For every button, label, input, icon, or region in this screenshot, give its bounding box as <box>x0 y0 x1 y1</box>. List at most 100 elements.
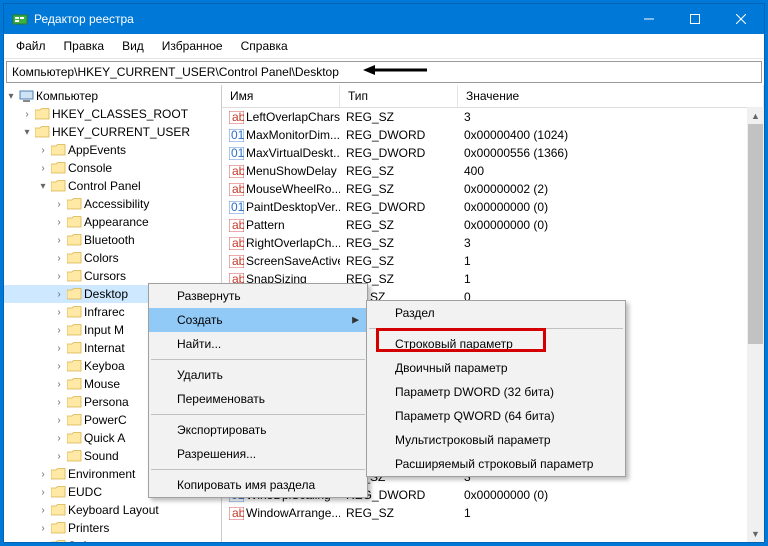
ctx2-key[interactable]: Раздел <box>367 301 625 325</box>
twisty-icon[interactable]: › <box>36 505 50 516</box>
ctx-create-label: Создать <box>177 313 223 327</box>
close-button[interactable] <box>718 4 764 34</box>
tree-node[interactable]: ▾Компьютер <box>4 87 221 105</box>
folder-icon <box>66 341 82 355</box>
tree-node[interactable]: ›Accessibility <box>4 195 221 213</box>
address-bar[interactable]: Компьютер\HKEY_CURRENT_USER\Control Pane… <box>6 61 762 83</box>
value-row[interactable]: abPatternREG_SZ0x00000000 (0) <box>222 216 764 234</box>
ctx2-string[interactable]: Строковый параметр <box>367 332 625 356</box>
svg-text:ab: ab <box>232 237 244 250</box>
value-type: REG_SZ <box>340 254 458 268</box>
value-row[interactable]: abMenuShowDelayREG_SZ400 <box>222 162 764 180</box>
scroll-thumb[interactable] <box>748 124 763 344</box>
ctx-rename[interactable]: Переименовать <box>149 387 367 411</box>
twisty-icon[interactable]: › <box>52 307 66 318</box>
ctx2-binary[interactable]: Двоичный параметр <box>367 356 625 380</box>
twisty-icon[interactable]: › <box>52 217 66 228</box>
twisty-icon[interactable]: › <box>20 109 34 120</box>
ctx-copy-key-name[interactable]: Копировать имя раздела <box>149 473 367 497</box>
value-row[interactable]: abMouseWheelRo...REG_SZ0x00000002 (2) <box>222 180 764 198</box>
value-row[interactable]: abScreenSaveActiveREG_SZ1 <box>222 252 764 270</box>
twisty-icon[interactable]: ▾ <box>4 91 18 102</box>
menu-edit[interactable]: Правка <box>56 36 113 56</box>
ctx-export[interactable]: Экспортировать <box>149 418 367 442</box>
value-row[interactable]: abRightOverlapCh...REG_SZ3 <box>222 234 764 252</box>
tree-label: Infrarec <box>84 305 125 319</box>
menu-file[interactable]: Файл <box>8 36 54 56</box>
folder-icon <box>50 503 66 517</box>
svg-text:ab: ab <box>232 183 244 196</box>
tree-node[interactable]: ▾HKEY_CURRENT_USER <box>4 123 221 141</box>
value-data: 0x00000000 (0) <box>458 488 764 502</box>
twisty-icon[interactable]: › <box>52 415 66 426</box>
menu-favorites[interactable]: Избранное <box>154 36 231 56</box>
ctx-delete[interactable]: Удалить <box>149 363 367 387</box>
twisty-icon[interactable]: › <box>36 163 50 174</box>
twisty-icon[interactable]: › <box>52 451 66 462</box>
menu-view[interactable]: Вид <box>114 36 152 56</box>
tree-node[interactable]: ›HKEY_CLASSES_ROOT <box>4 105 221 123</box>
twisty-icon[interactable]: › <box>36 487 50 498</box>
tree-label: Appearance <box>84 215 149 229</box>
folder-icon <box>34 125 50 139</box>
value-type-icon: 011 <box>228 128 244 142</box>
value-row[interactable]: 011PaintDesktopVer...REG_DWORD0x00000000… <box>222 198 764 216</box>
tree-node[interactable]: ›Printers <box>4 519 221 537</box>
ctx2-multistring[interactable]: Мультистроковый параметр <box>367 428 625 452</box>
tree-node[interactable]: ›Keyboard Layout <box>4 501 221 519</box>
twisty-icon[interactable]: › <box>36 541 50 543</box>
twisty-icon[interactable]: › <box>52 397 66 408</box>
tree-node[interactable]: ›Bluetooth <box>4 231 221 249</box>
minimize-button[interactable] <box>626 4 672 34</box>
twisty-icon[interactable]: ▾ <box>20 127 34 138</box>
value-row[interactable]: 011MaxVirtualDeskt...REG_DWORD0x00000556… <box>222 144 764 162</box>
svg-text:ab: ab <box>232 255 244 268</box>
value-row[interactable]: abLeftOverlapCharsREG_SZ3 <box>222 108 764 126</box>
ctx2-qword[interactable]: Параметр QWORD (64 бита) <box>367 404 625 428</box>
arrow-annotation-icon <box>361 62 431 81</box>
ctx2-expandstring[interactable]: Расширяемый строковый параметр <box>367 452 625 476</box>
value-type-icon: ab <box>228 218 244 232</box>
twisty-icon[interactable]: › <box>52 433 66 444</box>
ctx2-dword[interactable]: Параметр DWORD (32 бита) <box>367 380 625 404</box>
twisty-icon[interactable]: › <box>36 469 50 480</box>
twisty-icon[interactable]: › <box>52 253 66 264</box>
tree-node[interactable]: ›Console <box>4 159 221 177</box>
tree-node[interactable]: ▾Control Panel <box>4 177 221 195</box>
folder-icon <box>66 233 82 247</box>
ctx-expand[interactable]: Развернуть <box>149 284 367 308</box>
value-data: 0x00000400 (1024) <box>458 128 764 142</box>
folder-icon <box>66 269 82 283</box>
value-type: REG_DWORD <box>340 200 458 214</box>
twisty-icon[interactable]: › <box>52 343 66 354</box>
vertical-scrollbar[interactable]: ▲ ▼ <box>747 107 764 542</box>
twisty-icon[interactable]: ▾ <box>36 181 50 192</box>
tree-node[interactable]: ›Software <box>4 537 221 542</box>
twisty-icon[interactable]: › <box>52 235 66 246</box>
scroll-up-icon[interactable]: ▲ <box>747 107 764 124</box>
twisty-icon[interactable]: › <box>52 325 66 336</box>
ctx-permissions[interactable]: Разрешения... <box>149 442 367 466</box>
col-type[interactable]: Тип <box>340 85 458 107</box>
menu-help[interactable]: Справка <box>233 36 296 56</box>
tree-node[interactable]: › Appearance <box>4 213 221 231</box>
twisty-icon[interactable]: › <box>52 289 66 300</box>
twisty-icon[interactable]: › <box>52 361 66 372</box>
scroll-down-icon[interactable]: ▼ <box>747 525 764 542</box>
maximize-button[interactable] <box>672 4 718 34</box>
twisty-icon[interactable]: › <box>52 271 66 282</box>
value-row[interactable]: abWindowArrange...REG_SZ1 <box>222 504 764 522</box>
tree-node[interactable]: ›Colors <box>4 249 221 267</box>
twisty-icon[interactable]: › <box>36 145 50 156</box>
tree-node[interactable]: ›AppEvents <box>4 141 221 159</box>
twisty-icon[interactable]: › <box>52 379 66 390</box>
twisty-icon[interactable]: › <box>52 199 66 210</box>
col-value[interactable]: Значение <box>458 85 764 107</box>
value-name: MenuShowDelay <box>246 164 337 178</box>
ctx-find[interactable]: Найти... <box>149 332 367 356</box>
col-name[interactable]: Имя <box>222 85 340 107</box>
value-row[interactable]: 011MaxMonitorDim...REG_DWORD0x00000400 (… <box>222 126 764 144</box>
ctx-separator <box>151 469 365 470</box>
ctx-create[interactable]: Создать▶ <box>149 308 367 332</box>
twisty-icon[interactable]: › <box>36 523 50 534</box>
